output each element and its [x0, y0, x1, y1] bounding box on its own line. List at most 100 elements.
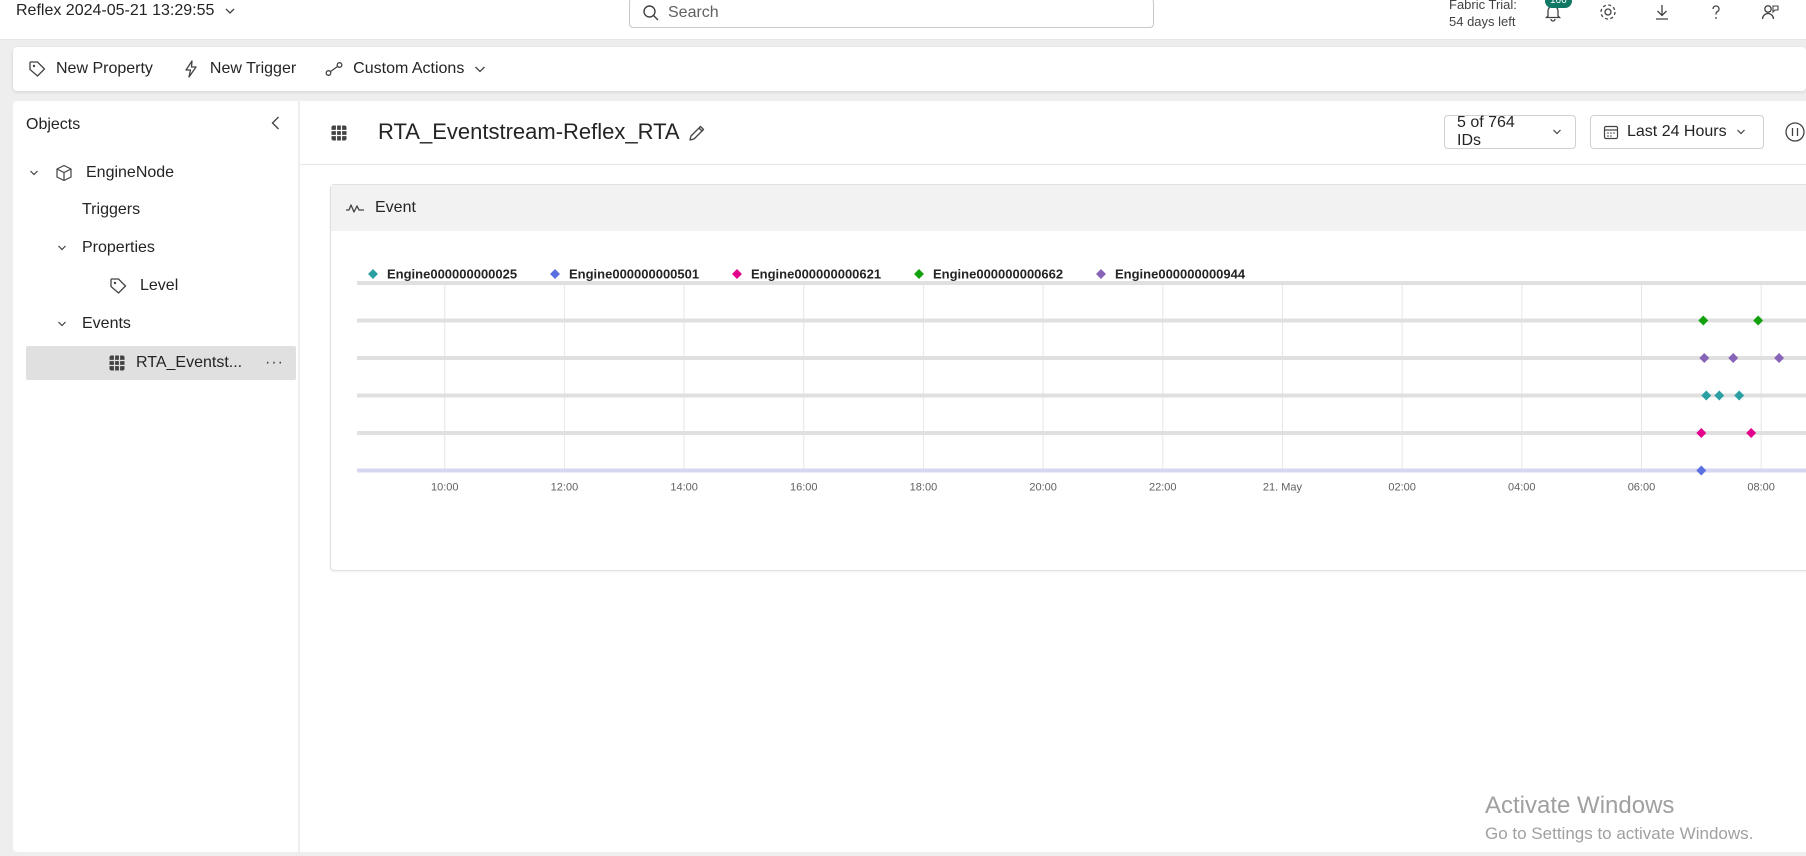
tree-item-label: Level	[140, 277, 179, 294]
page-title: RTA_Eventstream-Reflex_RTA	[378, 119, 680, 144]
watermark-subtitle: Go to Settings to activate Windows.	[1485, 824, 1754, 843]
event-point	[1774, 353, 1785, 363]
custom-actions-label: Custom Actions	[353, 60, 465, 77]
main-header: RTA_Eventstream-Reflex_RTA 5 of 764 IDs …	[300, 101, 1806, 165]
tree-item-properties[interactable]: Properties	[26, 231, 296, 265]
pause-icon	[1785, 122, 1805, 142]
event-point	[1714, 390, 1725, 401]
event-point	[1734, 390, 1745, 401]
gear-icon	[1600, 4, 1616, 20]
event-point	[1699, 353, 1710, 363]
tree-item-label: RTA_Eventst...	[136, 354, 243, 371]
chevron-down-icon	[475, 66, 486, 73]
event-card-header: Event	[331, 185, 1806, 231]
trial-label: Fabric Trial:	[1449, 0, 1517, 12]
watermark-title: Activate Windows	[1485, 792, 1675, 819]
legend-marker	[1096, 269, 1106, 279]
x-tick-label: 12:00	[551, 482, 579, 494]
event-point	[1746, 428, 1757, 438]
legend-marker	[368, 269, 378, 279]
legend-label: Engine000000000621	[751, 267, 881, 282]
notification-count-badge: 166	[1545, 0, 1572, 8]
search-input[interactable]	[668, 4, 1128, 22]
x-tick-label: 08:00	[1747, 482, 1775, 494]
x-tick-label: 21. May	[1263, 482, 1303, 494]
tree-item-label: EngineNode	[86, 164, 175, 181]
settings-button[interactable]	[1596, 0, 1620, 24]
x-tick-label: 20:00	[1029, 482, 1057, 494]
event-timeline-chart: 10:00 12:00 14:00 16:00 18:00 20:00 22:00 21. M…	[357, 267, 1806, 494]
new-property-button[interactable]: New Property	[27, 59, 153, 79]
x-tick-label: 18:00	[910, 482, 938, 494]
ids-filter-dropdown[interactable]: 5 of 764 IDs	[1444, 114, 1576, 149]
chevron-down-icon	[1736, 129, 1745, 135]
x-tick-label: 14:00	[670, 482, 698, 494]
collapse-panel-button[interactable]	[266, 113, 286, 133]
tag-icon	[108, 276, 128, 296]
help-button[interactable]	[1704, 0, 1728, 24]
event-point	[1698, 315, 1709, 326]
feedback-button[interactable]	[1758, 0, 1782, 24]
objects-panel-title: Objects	[26, 116, 81, 133]
tree-item-events[interactable]: Events	[26, 307, 296, 341]
legend-label: Engine000000000025	[387, 267, 517, 282]
x-tick-label: 02:00	[1388, 482, 1416, 494]
event-point	[1728, 353, 1739, 363]
tree-item-enginenode[interactable]: EngineNode	[26, 156, 296, 190]
tree-item-label: Events	[82, 315, 131, 332]
download-icon	[1656, 5, 1668, 20]
search-box[interactable]	[629, 0, 1154, 28]
chevron-down-icon[interactable]	[54, 242, 70, 254]
legend-marker	[914, 269, 924, 279]
main-panel: RTA_Eventstream-Reflex_RTA 5 of 764 IDs …	[300, 101, 1806, 852]
time-range-dropdown[interactable]: Last 24 Hours	[1590, 115, 1764, 149]
ribbon-toolbar: New Property New Trigger Custom Actions	[13, 47, 1806, 91]
event-point	[1701, 390, 1712, 401]
chevron-down-icon	[1553, 129, 1561, 135]
tree-item-level[interactable]: Level	[26, 269, 296, 303]
tree-item-label: Triggers	[82, 201, 141, 218]
person-feedback-icon	[1761, 5, 1779, 20]
custom-actions-dropdown[interactable]: Custom Actions	[324, 59, 487, 79]
top-bar: Reflex 2024-05-21 13:29:55 Fabric Trial:…	[0, 0, 1806, 40]
objects-panel: Objects EngineNode Triggers Properties L…	[13, 101, 298, 852]
tag-icon	[29, 61, 46, 77]
event-point	[1696, 465, 1707, 476]
table-grid-icon	[108, 354, 126, 372]
calendar-icon	[1603, 125, 1619, 140]
x-tick-label: 06:00	[1628, 482, 1656, 494]
legend-label: Engine000000000662	[933, 267, 1063, 282]
table-grid-icon	[330, 124, 348, 142]
edit-title-button[interactable]	[687, 123, 707, 143]
chevron-down-icon[interactable]	[26, 167, 42, 179]
new-trigger-button[interactable]: New Trigger	[181, 59, 296, 79]
app-title-dropdown[interactable]: Reflex 2024-05-21 13:29:55	[16, 2, 236, 20]
ids-filter-label: 5 of 764 IDs	[1457, 114, 1515, 149]
tree-item-label: Properties	[82, 239, 155, 256]
legend-label: Engine000000000944	[1115, 267, 1246, 282]
legend-marker	[732, 269, 742, 279]
event-card: Event 10:00 12:00 14:00 16:00 18:00 20:00 22:0…	[330, 184, 1806, 571]
tree-item-rta-eventstream[interactable]: RTA_Eventst... ···	[26, 346, 296, 380]
event-point	[1696, 428, 1707, 438]
x-tick-label: 04:00	[1508, 482, 1536, 494]
trial-status: Fabric Trial: 54 days left	[1449, 0, 1517, 30]
chevron-down-icon	[225, 8, 235, 14]
search-icon	[643, 5, 659, 21]
new-trigger-label: New Trigger	[209, 60, 297, 77]
tree-item-triggers[interactable]: Triggers	[26, 193, 296, 227]
app-title: Reflex 2024-05-21 13:29:55	[16, 2, 215, 19]
help-icon	[1712, 5, 1720, 19]
pencil-icon	[689, 125, 705, 141]
cube-icon	[54, 163, 74, 183]
more-options-icon[interactable]: ···	[265, 354, 284, 372]
new-property-label: New Property	[56, 60, 153, 77]
download-button[interactable]	[1650, 0, 1674, 24]
x-tick-label: 16:00	[790, 482, 818, 494]
lightning-icon	[185, 60, 197, 78]
time-range-label: Last 24 Hours	[1627, 123, 1727, 140]
flow-icon	[325, 62, 343, 76]
pause-button[interactable]	[1784, 121, 1806, 143]
chevron-down-icon[interactable]	[54, 318, 70, 330]
legend-label: Engine000000000501	[569, 267, 699, 282]
